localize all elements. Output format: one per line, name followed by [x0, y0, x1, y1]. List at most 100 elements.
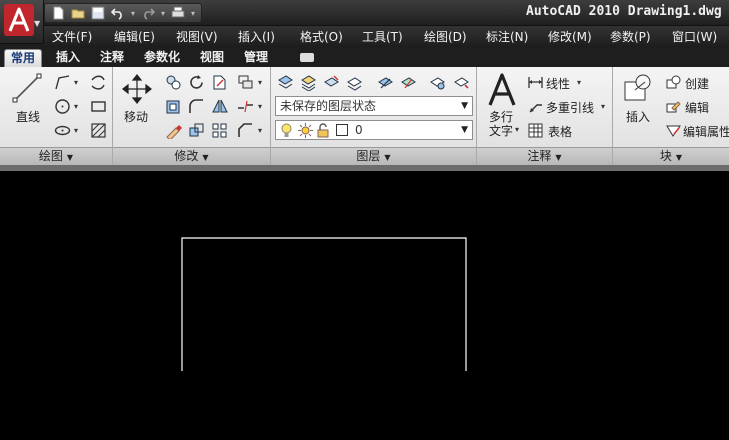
erase-icon[interactable]	[163, 120, 183, 140]
edit-block-label[interactable]: 编辑	[685, 99, 709, 116]
chamfer-icon[interactable]	[235, 120, 255, 140]
plot-icon[interactable]	[169, 4, 187, 22]
autocad-logo-icon	[4, 4, 34, 36]
linear-dimension-label[interactable]: 线性	[546, 75, 570, 92]
draw-panel: 直线 ▾ ▾ ▾ 绘图 ▼	[0, 67, 113, 165]
arc-spline-icon[interactable]	[88, 72, 108, 92]
annotation-panel-title[interactable]: 注释 ▼	[477, 147, 612, 165]
polyline-icon[interactable]	[52, 72, 72, 92]
move-icon[interactable]	[121, 73, 153, 105]
create-block-label[interactable]: 创建	[685, 75, 709, 92]
menu-format[interactable]: 格式(O)	[300, 28, 343, 45]
multiline-text-icon[interactable]	[487, 72, 517, 108]
menu-view[interactable]: 视图(V)	[176, 28, 218, 45]
multileader-label[interactable]: 多重引线	[546, 99, 594, 116]
layer-dropdown-arrow-icon: ▼	[461, 125, 468, 135]
insert-block-icon[interactable]	[621, 72, 655, 104]
layer-state-value: 未保存的图层状态	[280, 99, 377, 113]
layer-properties-icon[interactable]	[275, 72, 295, 92]
undo-dropdown-icon[interactable]: ▾	[129, 4, 137, 22]
menu-edit[interactable]: 编辑(E)	[114, 28, 155, 45]
insert-block-label: 插入	[626, 110, 651, 124]
table-icon[interactable]	[525, 120, 545, 140]
menu-tools[interactable]: 工具(T)	[362, 28, 403, 45]
rotate-icon[interactable]	[186, 72, 206, 92]
customize-qat-icon[interactable]: ▾	[189, 4, 197, 22]
menu-draw[interactable]: 绘图(D)	[424, 28, 467, 45]
menu-file[interactable]: 文件(F)	[52, 28, 92, 45]
tab-insert[interactable]: 插入	[50, 49, 86, 67]
trim-icon[interactable]	[163, 96, 183, 116]
layer-freeze-icon[interactable]	[398, 72, 418, 92]
layer-match-icon[interactable]	[427, 72, 447, 92]
multileader-dropdown-icon[interactable]: ▾	[601, 102, 605, 111]
copy-icon[interactable]	[163, 72, 183, 92]
redo-dropdown-icon[interactable]: ▾	[159, 4, 167, 22]
menu-bar: 文件(F) 编辑(E) 视图(V) 插入(I) 格式(O) 工具(T) 绘图(D…	[0, 26, 729, 47]
application-menu-button[interactable]: ▼	[0, 0, 44, 44]
menu-parametric[interactable]: 参数(P)	[610, 28, 651, 45]
offset-dropdown-icon[interactable]: ▾	[258, 78, 262, 87]
menu-window[interactable]: 窗口(W)	[672, 28, 717, 45]
multiline-text-label-2: 文字	[489, 124, 514, 138]
break-dropdown-icon[interactable]: ▾	[258, 102, 262, 111]
open-icon[interactable]	[69, 4, 87, 22]
circle-dropdown-icon[interactable]: ▾	[74, 102, 78, 111]
modify-panel-title[interactable]: 修改 ▼	[113, 147, 270, 165]
linear-dimension-icon[interactable]	[525, 72, 545, 92]
stretch-icon[interactable]	[209, 72, 229, 92]
redo-icon[interactable]	[139, 4, 157, 22]
menu-dimension[interactable]: 标注(N)	[486, 28, 528, 45]
save-icon[interactable]	[89, 4, 107, 22]
rectangle-icon[interactable]	[88, 96, 108, 116]
menu-insert[interactable]: 插入(I)	[238, 28, 275, 45]
multiline-text-dropdown-icon[interactable]: ▾	[515, 125, 519, 134]
linear-dropdown-icon[interactable]: ▾	[577, 78, 581, 87]
layer-off-icon[interactable]	[375, 72, 395, 92]
unlock-icon	[314, 121, 332, 139]
scale-icon[interactable]	[186, 120, 206, 140]
table-label[interactable]: 表格	[548, 123, 572, 140]
create-block-icon[interactable]	[663, 72, 683, 92]
array-icon[interactable]	[209, 120, 229, 140]
layer-unisolate-icon[interactable]	[344, 72, 364, 92]
tab-home[interactable]: 常用	[4, 49, 43, 67]
ellipse-dropdown-icon[interactable]: ▾	[74, 126, 78, 135]
polyline-dropdown-icon[interactable]: ▾	[74, 78, 78, 87]
offset-icon[interactable]	[235, 72, 255, 92]
tab-annotate[interactable]: 注释	[94, 49, 130, 67]
layer-state-icon[interactable]	[298, 72, 318, 92]
current-layer-value: 0	[355, 123, 363, 137]
ellipse-icon[interactable]	[52, 120, 72, 140]
draw-panel-title[interactable]: 绘图 ▼	[0, 147, 112, 165]
ribbon: 直线 ▾ ▾ ▾ 绘图 ▼ 移动 ▾ ▾ ▾ 修改 ▼ 未保存的图层状态 ▼ 0…	[0, 67, 729, 165]
quick-access-toolbar: ▾ ▾ ▾	[44, 3, 202, 23]
layer-state-dropdown[interactable]: 未保存的图层状态 ▼	[275, 96, 473, 116]
mirror-icon[interactable]	[209, 96, 229, 116]
block-panel-title[interactable]: 块 ▼	[613, 147, 729, 165]
layer-isolate-icon[interactable]	[321, 72, 341, 92]
menu-modify[interactable]: 修改(M)	[548, 28, 592, 45]
tab-parametric[interactable]: 参数化	[138, 49, 186, 67]
hatch-icon[interactable]	[88, 120, 108, 140]
minimize-ribbon-icon[interactable]	[300, 53, 314, 62]
circle-icon[interactable]	[52, 96, 72, 116]
tab-manage[interactable]: 管理	[238, 49, 274, 67]
edit-block-icon[interactable]	[663, 96, 683, 116]
multileader-icon[interactable]	[525, 96, 545, 116]
layer-dropdown[interactable]: 0 ▼	[275, 120, 473, 140]
undo-icon[interactable]	[109, 4, 127, 22]
layers-panel-title[interactable]: 图层 ▼	[271, 147, 476, 165]
fillet-icon[interactable]	[186, 96, 206, 116]
layer-previous-icon[interactable]	[451, 72, 471, 92]
break-icon[interactable]	[235, 96, 255, 116]
edit-attribute-icon[interactable]	[663, 120, 683, 140]
new-icon[interactable]	[49, 4, 67, 22]
tab-view[interactable]: 视图	[194, 49, 230, 67]
edit-attribute-label[interactable]: 编辑属性	[683, 123, 729, 140]
block-panel: 插入 创建 编辑 编辑属性 块 ▼	[613, 67, 729, 165]
line-icon[interactable]	[12, 73, 42, 103]
drawing-canvas[interactable]	[0, 171, 729, 440]
drawing-geometry	[181, 237, 467, 371]
chamfer-dropdown-icon[interactable]: ▾	[258, 126, 262, 135]
